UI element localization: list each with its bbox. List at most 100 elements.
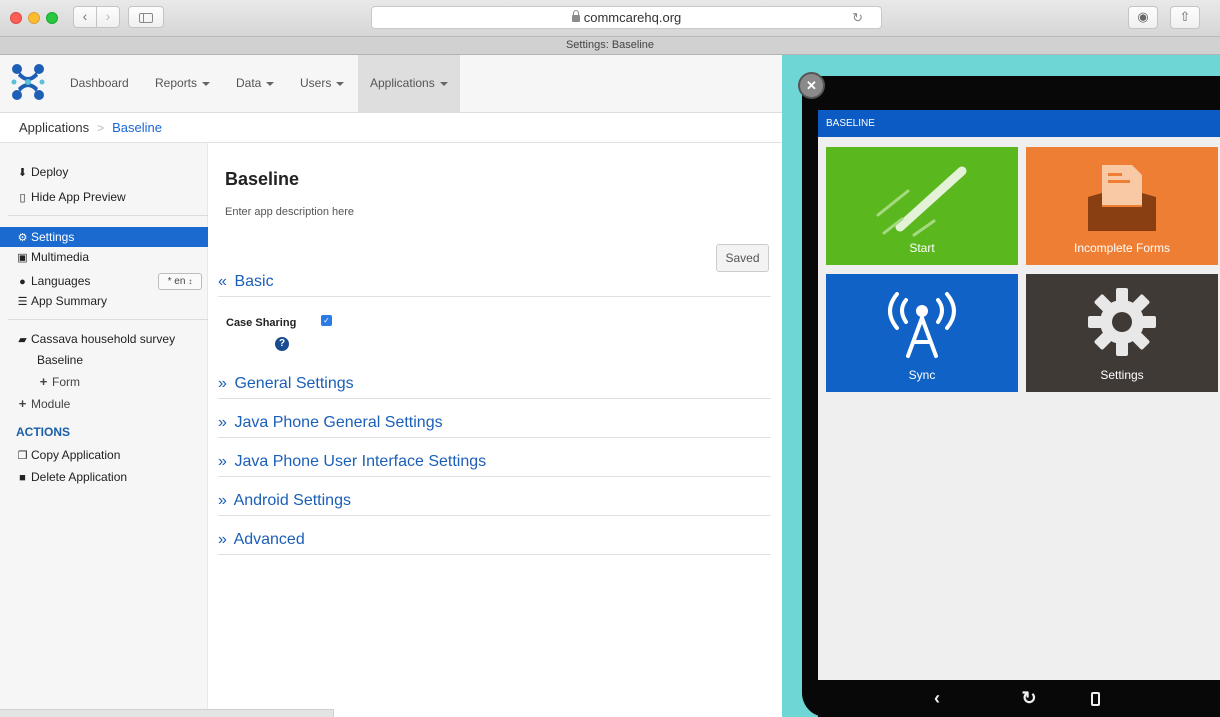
globe-icon: ● <box>19 276 26 288</box>
sidebar-app-summary[interactable]: ☰ App Summary <box>0 291 208 311</box>
close-window-button[interactable] <box>10 12 22 24</box>
tile-start-label: Start <box>909 241 935 255</box>
image-icon: ▣ <box>17 252 28 264</box>
case-sharing-checkbox[interactable]: ✓ <box>321 315 332 326</box>
app-description[interactable]: Enter app description here <box>225 206 354 218</box>
tile-start[interactable]: Start <box>826 147 1018 265</box>
section-java-ui[interactable]: » Java Phone User Interface Settings <box>218 449 771 477</box>
breadcrumb-baseline[interactable]: Baseline <box>112 120 162 135</box>
tile-settings[interactable]: Settings <box>1026 274 1218 392</box>
chevron-right-icon: » <box>218 453 227 470</box>
breadcrumb: Applications > Baseline <box>0 113 782 143</box>
refresh-icon[interactable]: ↻ <box>1014 680 1044 717</box>
sidebar-add-module[interactable]: + Module <box>0 394 208 414</box>
phone-recent-icon[interactable] <box>1080 680 1110 717</box>
section-general-settings[interactable]: » General Settings <box>218 371 771 399</box>
nav-dashboard[interactable]: Dashboard <box>58 55 141 112</box>
sidebar-copy-app[interactable]: ❐ Copy Application <box>0 445 208 465</box>
zoom-window-button[interactable] <box>46 12 58 24</box>
section-advanced-label: Advanced <box>233 531 305 548</box>
section-java-ui-label: Java Phone User Interface Settings <box>234 453 487 470</box>
sidebar-divider <box>8 319 208 320</box>
sidebar-module-label: Cassava household survey <box>31 332 176 346</box>
sidebar-icon <box>139 13 153 23</box>
sidebar-add-form[interactable]: + Form <box>0 372 208 392</box>
section-android[interactable]: » Android Settings <box>218 488 771 516</box>
tile-sync-label: Sync <box>908 368 936 382</box>
folder-open-icon: ▰ <box>18 334 27 346</box>
back-button[interactable]: ‹ <box>73 6 97 28</box>
updown-icon: ↕ <box>188 277 193 286</box>
tile-settings-label: Settings <box>1100 368 1144 382</box>
chevron-right-icon: » <box>218 531 227 548</box>
saved-button[interactable]: Saved <box>716 244 769 272</box>
close-icon: ✕ <box>806 78 817 93</box>
sidebar-module[interactable]: ▰ Cassava household survey <box>0 329 208 349</box>
sidebar-hide-preview-label: Hide App Preview <box>31 190 126 204</box>
preview-header: BASELINE <box>818 110 1220 137</box>
settings-panel: Baseline Enter app description here Save… <box>208 143 782 717</box>
sidebar-deploy[interactable]: ⬇ Deploy <box>0 162 208 182</box>
nav-users[interactable]: Users <box>288 55 356 112</box>
caret-down-icon <box>336 81 345 86</box>
section-advanced[interactable]: » Advanced <box>218 527 771 555</box>
app-sidebar: ⬇ Deploy ▯ Hide App Preview ⚙ Settings ▣ Mul… <box>0 143 208 717</box>
breadcrumb-applications[interactable]: Applications <box>19 120 89 135</box>
sidebar-add-module-label: Module <box>31 397 71 411</box>
page-title[interactable]: Baseline <box>225 169 299 190</box>
sidebar-toggle-button[interactable] <box>128 6 164 28</box>
status-bar <box>0 709 334 717</box>
close-preview-button[interactable]: ✕ <box>798 72 825 99</box>
language-value: * en <box>167 276 186 287</box>
nav-data-label: Data <box>236 76 262 90</box>
chevron-down-icon: « <box>218 273 227 290</box>
sidebar-settings[interactable]: ⚙ Settings <box>0 227 208 247</box>
forward-button[interactable]: › <box>96 6 120 28</box>
help-icon[interactable]: ? <box>275 337 289 351</box>
caret-down-icon <box>439 81 448 86</box>
sidebar-actions-heading: ACTIONS <box>0 422 208 442</box>
tile-incomplete-forms[interactable]: Incomplete Forms <box>1026 147 1218 265</box>
section-java-general[interactable]: » Java Phone General Settings <box>218 410 771 438</box>
share-icon: ⇧ <box>1179 9 1191 24</box>
nav-reports[interactable]: Reports <box>143 55 222 112</box>
inbox-icon <box>1088 165 1156 231</box>
caret-down-icon <box>266 81 275 86</box>
section-android-label: Android Settings <box>233 492 351 509</box>
chevron-right-icon: » <box>218 414 227 431</box>
minimize-window-button[interactable] <box>28 12 40 24</box>
sidebar-app-summary-label: App Summary <box>31 294 108 308</box>
nav-applications[interactable]: Applications <box>358 55 460 112</box>
main-navbar: Dashboard Reports Data Users Application… <box>0 55 782 113</box>
plus-icon: + <box>39 374 48 389</box>
chevron-right-icon: » <box>218 375 227 392</box>
sidebar-delete-app-label: Delete Application <box>31 470 128 484</box>
list-icon: ☰ <box>17 296 28 308</box>
nav-data[interactable]: Data <box>224 55 286 112</box>
download-icon: ⬇ <box>17 167 28 179</box>
reload-icon[interactable]: ↻ <box>852 7 863 28</box>
copy-icon: ❐ <box>17 450 28 462</box>
nav-users-label: Users <box>300 76 332 90</box>
sidebar-multimedia[interactable]: ▣ Multimedia <box>0 247 208 267</box>
section-java-general-label: Java Phone General Settings <box>234 414 443 431</box>
sidebar-delete-app[interactable]: ■ Delete Application <box>0 467 208 487</box>
chevron-right-icon: » <box>218 492 227 509</box>
sidebar-form-label: Baseline <box>37 353 84 367</box>
gear-icon: ⚙ <box>17 232 28 244</box>
nav-dashboard-label: Dashboard <box>70 76 129 90</box>
pencil-icon <box>876 166 967 237</box>
plus-icon: + <box>18 396 27 411</box>
commcare-logo-icon[interactable] <box>10 62 46 102</box>
tile-sync[interactable]: Sync <box>826 274 1018 392</box>
tile-incomplete-label: Incomplete Forms <box>1073 241 1171 255</box>
downloads-button[interactable]: ◉ <box>1128 6 1158 29</box>
sidebar-hide-preview[interactable]: ▯ Hide App Preview <box>0 187 208 207</box>
caret-down-icon <box>202 81 211 86</box>
address-bar[interactable]: commcarehq.org ↻ <box>371 6 882 29</box>
language-select[interactable]: * en ↕ <box>158 273 202 290</box>
share-button[interactable]: ⇧ <box>1170 6 1200 29</box>
sidebar-form-baseline[interactable]: Baseline <box>0 350 208 370</box>
section-basic[interactable]: « Basic <box>218 269 771 297</box>
back-icon[interactable]: ‹ <box>922 680 952 717</box>
